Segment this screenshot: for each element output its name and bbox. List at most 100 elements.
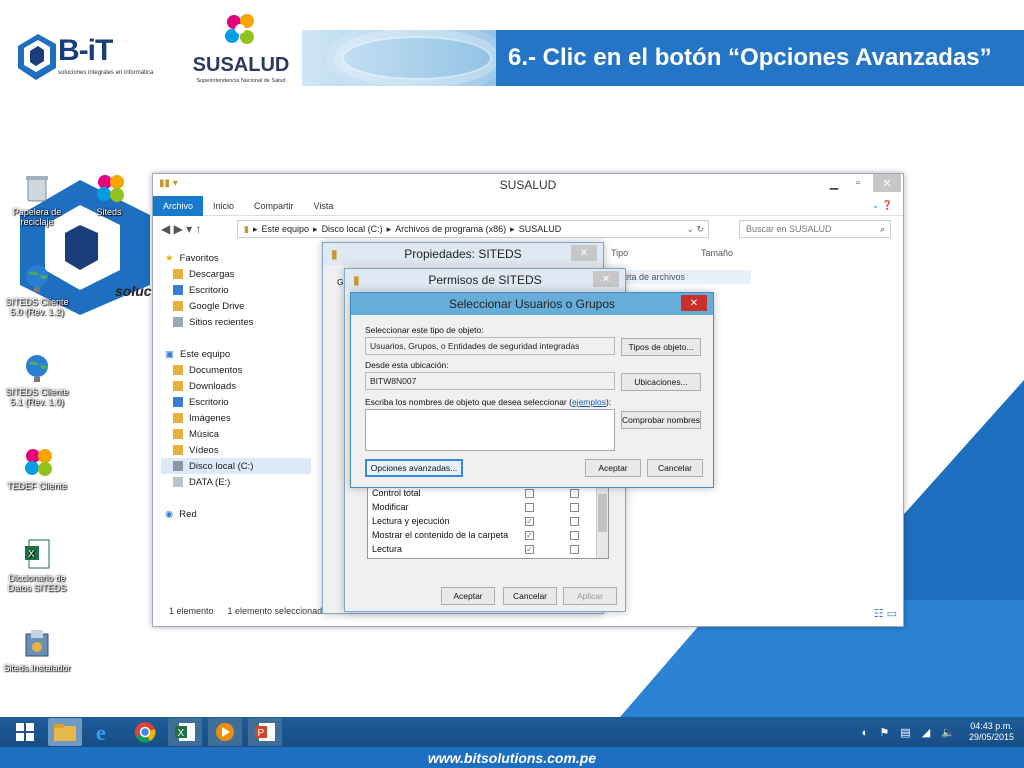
nav-item[interactable]: Downloads bbox=[161, 378, 311, 394]
nav-item[interactable]: Escritorio bbox=[161, 394, 311, 410]
tab-compartir[interactable]: Compartir bbox=[244, 201, 304, 211]
view-toggle-icon[interactable]: ☷ ▭ bbox=[874, 607, 897, 620]
powerpoint-icon[interactable]: P bbox=[248, 718, 282, 746]
object-types-button[interactable]: Tipos de objeto... bbox=[621, 338, 701, 356]
tray-icons[interactable]: ◐ ⚑ ▤ ◢ 🔈 bbox=[862, 726, 959, 739]
nav-item-selected[interactable]: Disco local (C:) bbox=[161, 458, 311, 474]
svg-text:X: X bbox=[178, 728, 185, 739]
ribbon-tabs: Archivo Inicio Compartir Vista ⌄ ❓ bbox=[153, 195, 903, 216]
nav-este-equipo[interactable]: ▣ Este equipo bbox=[161, 346, 311, 362]
nav-item[interactable]: Escritorio bbox=[161, 282, 311, 298]
breadcrumb-este-equipo[interactable]: Este equipo bbox=[261, 224, 309, 234]
clock-date: 29/05/2015 bbox=[968, 732, 1014, 742]
folder-icon bbox=[173, 381, 183, 391]
nav-item[interactable]: Sitios recientes bbox=[161, 314, 311, 330]
desktop-icon-siteds[interactable]: Siteds bbox=[74, 172, 144, 217]
help-icon[interactable]: ⌄ ❓ bbox=[862, 200, 903, 211]
media-player-icon[interactable] bbox=[208, 718, 242, 746]
object-type-field: Usuarios, Grupos, o Entidades de segurid… bbox=[365, 337, 615, 355]
scrollbar[interactable] bbox=[596, 482, 608, 558]
cancelar-button[interactable]: Cancelar bbox=[503, 587, 557, 605]
cancelar-button[interactable]: Cancelar bbox=[647, 459, 703, 477]
deny-checkbox[interactable] bbox=[570, 531, 579, 540]
excel-icon[interactable]: X bbox=[168, 718, 202, 746]
search-input[interactable]: Buscar en SUSALUD ⌕ bbox=[739, 220, 891, 238]
susalud-flower-icon bbox=[225, 14, 254, 44]
desktop-icon-siteds-cliente-50[interactable]: SITEDS Cliente 5.0 (Rev. 1.2) bbox=[2, 262, 72, 317]
allow-checkbox[interactable] bbox=[525, 503, 534, 512]
deny-checkbox[interactable] bbox=[570, 545, 579, 554]
nav-red[interactable]: ◉ Red bbox=[161, 506, 311, 522]
ejemplos-link[interactable]: ejemplos bbox=[572, 397, 606, 407]
desktop-icon-diccionario[interactable]: X Diccionario de Datos SITEDS bbox=[2, 538, 72, 593]
deny-checkbox[interactable] bbox=[570, 503, 579, 512]
drive-icon bbox=[173, 477, 183, 487]
close-button[interactable]: ✕ bbox=[681, 295, 707, 311]
location-field: BITW8N007 bbox=[365, 372, 615, 390]
column-tipo[interactable]: Tipo bbox=[611, 248, 628, 258]
locations-button[interactable]: Ubicaciones... bbox=[621, 373, 701, 391]
tab-vista[interactable]: Vista bbox=[304, 201, 344, 211]
allow-checkbox[interactable]: ✓ bbox=[525, 531, 534, 540]
close-button[interactable]: ✕ bbox=[571, 245, 597, 261]
properties-tab[interactable]: G bbox=[337, 277, 344, 287]
refresh-icon[interactable]: ⌄ ↻ bbox=[686, 224, 708, 235]
advanced-options-button[interactable]: Opciones avanzadas... bbox=[365, 459, 463, 477]
nav-item[interactable]: Google Drive bbox=[161, 298, 311, 314]
nav-favoritos[interactable]: ★ Favoritos bbox=[161, 250, 311, 266]
properties-title: Propiedades: SITEDS bbox=[404, 247, 522, 261]
allow-checkbox[interactable] bbox=[525, 489, 534, 498]
breadcrumb-disco-local[interactable]: Disco local (C:) bbox=[322, 224, 383, 234]
allow-checkbox[interactable]: ✓ bbox=[525, 517, 534, 526]
aplicar-button[interactable]: Aplicar bbox=[563, 587, 617, 605]
aceptar-button[interactable]: Aceptar bbox=[441, 587, 495, 605]
aceptar-button[interactable]: Aceptar bbox=[585, 459, 641, 477]
explorer-title-bar: ▮▮ ▾ SUSALUD ▁ ▫ ✕ bbox=[153, 174, 903, 196]
allow-checkbox[interactable]: ✓ bbox=[525, 545, 534, 554]
desktop-icon-recycle-bin[interactable]: Papelera de reciclaje bbox=[2, 172, 72, 227]
object-names-input[interactable] bbox=[365, 409, 615, 451]
deny-checkbox[interactable] bbox=[570, 489, 579, 498]
column-tamano[interactable]: Tamaño bbox=[701, 248, 733, 258]
deny-checkbox[interactable] bbox=[570, 517, 579, 526]
nav-item[interactable]: Descargas bbox=[161, 266, 311, 282]
breadcrumb-susalud[interactable]: SUSALUD bbox=[519, 224, 562, 234]
nav-item[interactable]: Música bbox=[161, 426, 311, 442]
minimize-button[interactable]: ▁ bbox=[821, 174, 847, 192]
nav-item[interactable]: Vídeos bbox=[161, 442, 311, 458]
desktop-icon-tedef-cliente[interactable]: TEDEF Cliente bbox=[2, 446, 72, 491]
location-label: Desde esta ubicación: bbox=[365, 360, 449, 370]
check-names-button[interactable]: Comprobar nombres bbox=[621, 411, 701, 429]
installer-icon bbox=[22, 628, 52, 660]
svg-text:e: e bbox=[96, 721, 106, 743]
desktop-icon-siteds-cliente-51[interactable]: SITEDS Cliente 5.1 (Rev. 1.0) bbox=[2, 352, 72, 407]
drive-icon bbox=[173, 461, 183, 471]
tab-inicio[interactable]: Inicio bbox=[203, 201, 244, 211]
folder-icon: ▮ bbox=[353, 273, 360, 287]
maximize-button[interactable]: ▫ bbox=[845, 174, 871, 192]
susalud-logo: SUSALUD Superintendencia Nacional de Sal… bbox=[186, 8, 296, 88]
close-button[interactable]: ✕ bbox=[873, 174, 901, 192]
file-explorer-icon[interactable] bbox=[48, 718, 82, 746]
back-forward-icon[interactable]: ◀ ▶ ▾ ↑ bbox=[161, 222, 201, 236]
tab-archivo[interactable]: Archivo bbox=[153, 195, 204, 216]
breadcrumb-archivos-programa[interactable]: Archivos de programa (x86) bbox=[395, 224, 506, 234]
address-bar[interactable]: ▮ ▸ Este equipo ▸ Disco local (C:) ▸ Archiv… bbox=[237, 220, 709, 238]
clock[interactable]: 04:43 p.m. 29/05/2015 bbox=[969, 721, 1014, 743]
nav-item[interactable]: Documentos bbox=[161, 362, 311, 378]
permissions-title: Permisos de SITEDS bbox=[428, 273, 542, 287]
status-bar: 1 elemento 1 elemento seleccionado bbox=[169, 606, 327, 616]
windows-start-icon[interactable] bbox=[8, 718, 42, 746]
nav-item[interactable]: Imágenes bbox=[161, 410, 311, 426]
folder-icon bbox=[173, 413, 183, 423]
chrome-icon[interactable] bbox=[128, 718, 162, 746]
folder-icon bbox=[173, 445, 183, 455]
globe-icon bbox=[22, 352, 52, 384]
internet-explorer-icon[interactable]: e bbox=[88, 718, 122, 746]
folder-icon bbox=[173, 269, 183, 279]
permission-row: Control total bbox=[372, 488, 421, 498]
close-button[interactable]: ✕ bbox=[593, 271, 619, 287]
excel-icon: X bbox=[22, 538, 52, 570]
desktop-icon-siteds-instalador[interactable]: Siteds.Instalador bbox=[2, 628, 72, 673]
nav-item[interactable]: DATA (E:) bbox=[161, 474, 311, 490]
